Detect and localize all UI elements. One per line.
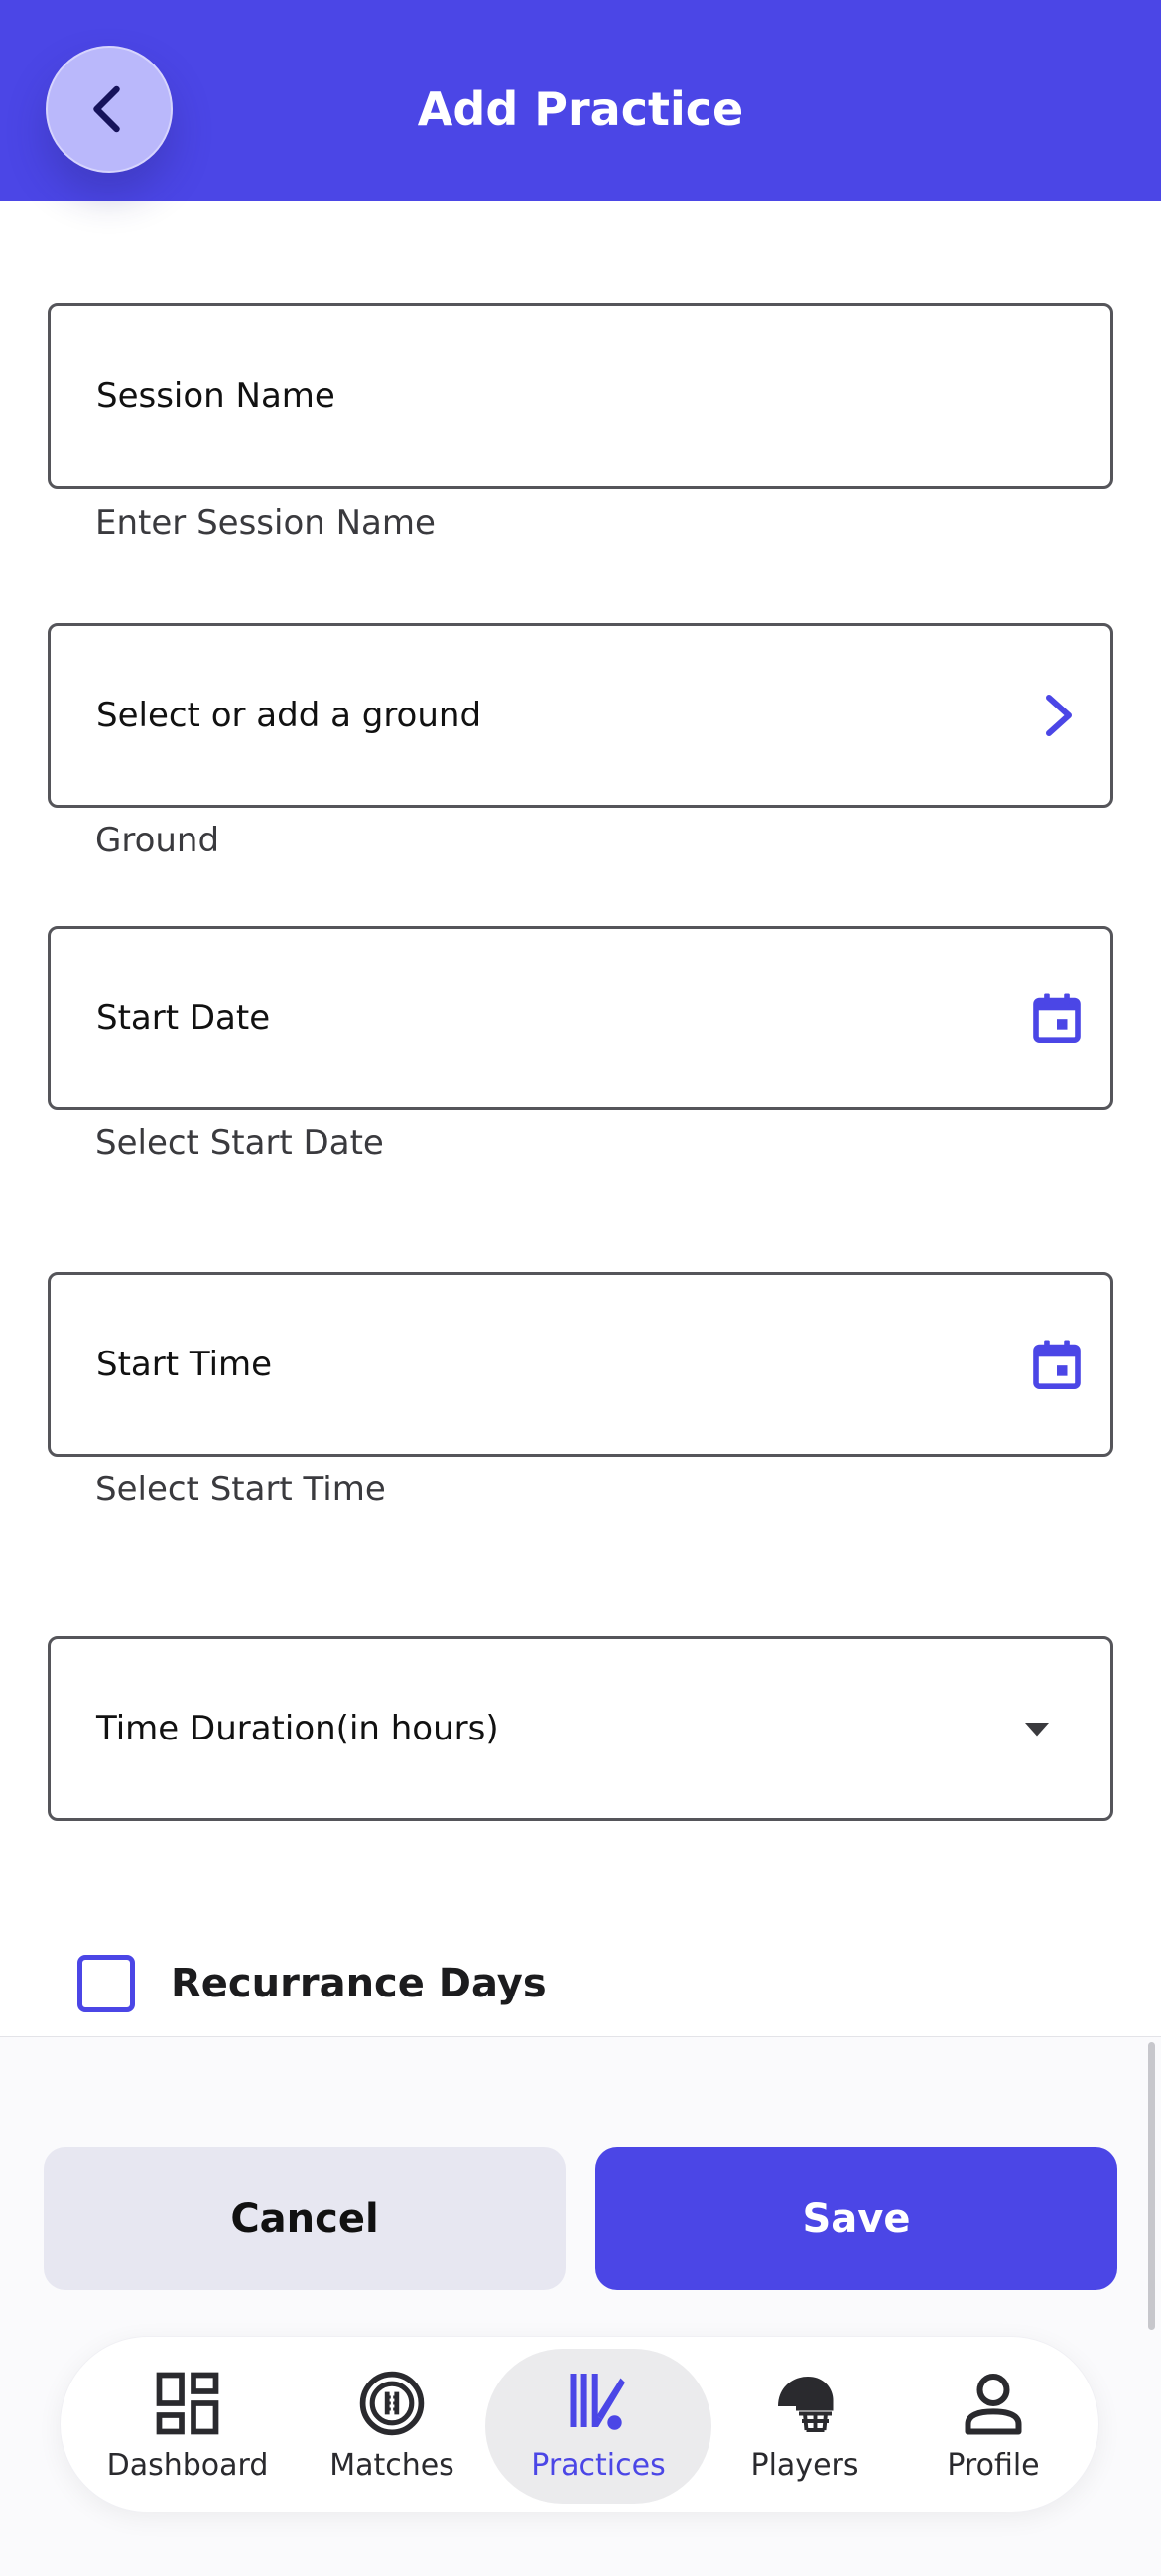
recurrence-checkbox[interactable] [77, 1955, 135, 2012]
dropdown-arrow-icon [1007, 1699, 1067, 1758]
dashboard-icon [156, 2372, 219, 2435]
duration-placeholder: Time Duration(in hours) [96, 1709, 499, 1748]
start-time-placeholder: Start Time [96, 1345, 273, 1384]
tab-label: Players [750, 2448, 859, 2483]
cancel-button[interactable]: Cancel [44, 2147, 566, 2290]
tab-label: Practices [531, 2448, 666, 2483]
tab-profile[interactable]: Profile [904, 2349, 1083, 2504]
session-name-placeholder: Session Name [96, 376, 335, 416]
start-date-placeholder: Start Date [96, 998, 271, 1038]
cricket-ball-icon [359, 2371, 425, 2436]
start-date-helper: Select Start Date [95, 1123, 384, 1163]
person-icon [965, 2374, 1022, 2435]
save-button[interactable]: Save [595, 2147, 1117, 2290]
cricket-bat-stumps-icon [570, 2374, 625, 2430]
recurrence-label: Recurrance Days [171, 1961, 547, 2006]
calendar-icon[interactable] [1027, 988, 1087, 1048]
app-header: Add Practice [0, 0, 1161, 201]
tab-label: Profile [947, 2448, 1040, 2483]
tab-matches[interactable]: Matches [303, 2349, 481, 2504]
tab-label: Matches [329, 2448, 454, 2483]
start-time-input[interactable]: Start Time [48, 1272, 1113, 1457]
session-name-input[interactable]: Session Name [48, 303, 1113, 489]
scrollbar[interactable] [1148, 2042, 1155, 2330]
ground-select[interactable]: Select or add a ground [48, 623, 1113, 808]
ground-placeholder: Select or add a ground [96, 696, 482, 735]
ground-helper: Ground [95, 821, 220, 860]
tab-dashboard[interactable]: Dashboard [88, 2349, 287, 2504]
session-name-helper: Enter Session Name [95, 503, 436, 543]
helmet-icon [778, 2377, 834, 2432]
bottom-tab-bar: Dashboard Matches Practices Players Prof… [60, 2336, 1099, 2512]
start-time-helper: Select Start Time [95, 1470, 386, 1509]
tab-practices[interactable]: Practices [485, 2349, 711, 2504]
tab-label: Dashboard [106, 2448, 269, 2483]
start-date-input[interactable]: Start Date [48, 926, 1113, 1110]
page-title: Add Practice [417, 82, 744, 136]
recurrence-row[interactable]: Recurrance Days [77, 1953, 547, 2014]
calendar-icon[interactable] [1027, 1335, 1087, 1394]
tab-players[interactable]: Players [715, 2349, 894, 2504]
duration-select[interactable]: Time Duration(in hours) [48, 1636, 1113, 1821]
chevron-right-icon [1029, 686, 1089, 745]
